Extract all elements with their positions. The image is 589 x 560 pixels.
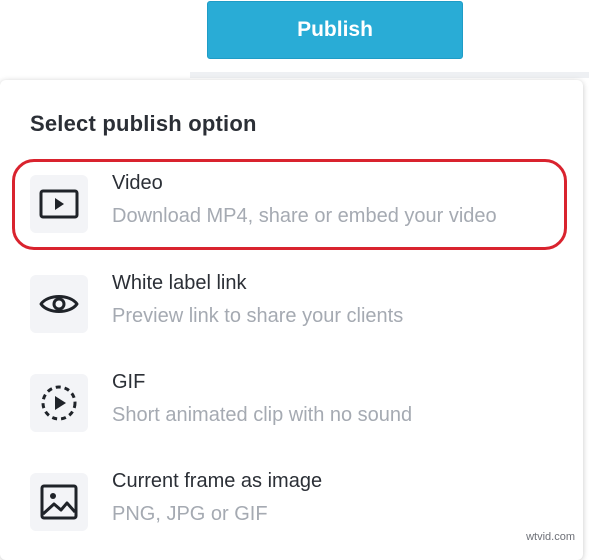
dashed-play-circle-icon (30, 374, 88, 432)
option-video[interactable]: Video Download MP4, share or embed your … (14, 161, 566, 249)
option-description: Short animated clip with no sound (112, 404, 413, 426)
toolbar-divider (190, 72, 589, 78)
watermark: wtvid.com (526, 531, 575, 543)
option-white-label-link[interactable]: White label link Preview link to share y… (14, 261, 566, 349)
option-current-frame-image[interactable]: Current frame as image PNG, JPG or GIF (14, 459, 566, 547)
option-title: Current frame as image (112, 470, 323, 492)
option-description: Preview link to share your clients (112, 305, 404, 327)
panel-title: Select publish option (30, 111, 257, 136)
publish-button[interactable]: Publish (207, 1, 463, 59)
option-description: Download MP4, share or embed your video (112, 205, 497, 227)
option-description: PNG, JPG or GIF (112, 503, 268, 525)
option-title: White label link (112, 272, 247, 294)
image-icon (30, 473, 88, 531)
eye-icon (30, 275, 88, 333)
play-square-icon (30, 175, 88, 233)
option-title: Video (112, 172, 163, 194)
option-title: GIF (112, 371, 146, 393)
option-gif[interactable]: GIF Short animated clip with no sound (14, 360, 566, 448)
